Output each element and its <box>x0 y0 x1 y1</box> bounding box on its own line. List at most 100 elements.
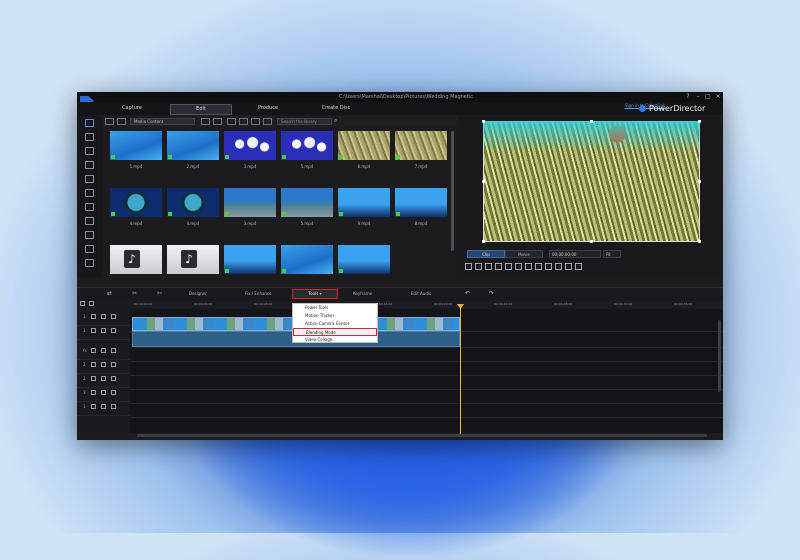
track-lock-icon[interactable] <box>111 404 116 409</box>
track-header[interactable]: 3 <box>77 401 130 416</box>
media-thumbnail[interactable] <box>167 188 219 217</box>
fast-forward-icon[interactable] <box>505 263 512 270</box>
track-lock-icon[interactable] <box>111 390 116 395</box>
track-lock-icon[interactable] <box>111 376 116 381</box>
track-enable-icon[interactable] <box>101 404 106 409</box>
tab-capture[interactable]: Capture <box>102 104 162 113</box>
media-thumbnail[interactable] <box>224 131 276 160</box>
tab-produce[interactable]: Produce <box>238 104 298 113</box>
menu-item-motion-tracker[interactable]: Motion Tracker <box>293 312 377 320</box>
zoom-select[interactable]: Fit <box>603 250 621 258</box>
track-enable-icon[interactable] <box>101 348 106 353</box>
mark-in-icon[interactable] <box>535 263 542 270</box>
stop-icon[interactable] <box>475 263 482 270</box>
resize-handle-left[interactable] <box>482 180 485 183</box>
clip-mode-button[interactable]: Clip <box>467 250 505 258</box>
library-scrollbar[interactable] <box>451 131 454 251</box>
media-thumbnail[interactable] <box>110 131 162 160</box>
search-icon[interactable]: ⌕ <box>334 117 337 125</box>
track-type-icon[interactable] <box>91 314 96 319</box>
media-thumbnail[interactable]: ♪ <box>167 245 219 274</box>
edit-audio-button[interactable]: Edit Audio <box>411 291 431 296</box>
resize-handle-tr[interactable] <box>698 120 701 123</box>
media-filter-select[interactable]: Media Content <box>130 118 195 125</box>
track-type-icon[interactable] <box>91 376 96 381</box>
close-icon[interactable]: × <box>713 93 723 101</box>
timeline-tracks[interactable] <box>130 309 723 433</box>
media-thumbnail[interactable] <box>224 245 276 274</box>
fix-enhance-button[interactable]: Fix / Enhance <box>245 291 272 296</box>
track-type-icon[interactable] <box>91 404 96 409</box>
menu-item-action-camera-center[interactable]: Action Camera Center <box>293 320 377 328</box>
plugins-icon[interactable] <box>117 118 126 125</box>
snapshot-icon[interactable] <box>515 263 522 270</box>
track-lock-icon[interactable] <box>111 348 116 353</box>
timeline-vertical-scrollbar[interactable] <box>718 320 721 392</box>
keyframe-button[interactable]: Keyframe <box>353 291 372 296</box>
previous-frame-icon[interactable] <box>485 263 492 270</box>
chapter-room-icon[interactable] <box>85 231 94 239</box>
import-icon[interactable] <box>105 118 114 125</box>
trim-icon[interactable]: ✄ <box>157 290 162 297</box>
media-thumbnail[interactable] <box>281 245 333 274</box>
media-thumbnail[interactable] <box>338 188 390 217</box>
view-list-icon[interactable] <box>201 118 210 125</box>
media-room-icon[interactable] <box>85 119 94 127</box>
media-thumbnail[interactable] <box>395 188 447 217</box>
transition-room-icon[interactable] <box>85 189 94 197</box>
volume-icon[interactable] <box>525 263 532 270</box>
next-frame-icon[interactable] <box>495 263 502 270</box>
filter-audio-icon[interactable] <box>251 118 260 125</box>
undo-icon[interactable]: ↶ <box>465 290 470 297</box>
library-search-input[interactable]: Search the library <box>277 118 332 125</box>
maximize-icon[interactable]: □ <box>703 93 713 101</box>
menu-item-blending-mode[interactable]: Blending Mode <box>293 328 377 336</box>
play-icon[interactable] <box>465 263 472 270</box>
media-thumbnail[interactable] <box>338 131 390 160</box>
audio-mixing-room-icon[interactable] <box>85 203 94 211</box>
menu-item-video-collage[interactable]: Video Collage <box>293 336 377 344</box>
playhead[interactable] <box>460 306 461 436</box>
subtitle-room-icon[interactable] <box>85 245 94 253</box>
track-view-icon[interactable] <box>80 301 85 306</box>
track-enable-icon[interactable] <box>101 314 106 319</box>
view-grid-icon[interactable] <box>213 118 222 125</box>
filter-image-icon[interactable] <box>239 118 248 125</box>
movie-mode-button[interactable]: Movie <box>505 250 543 258</box>
resize-handle-top[interactable] <box>590 120 593 123</box>
mark-out-icon[interactable] <box>545 263 552 270</box>
track-lock-icon[interactable] <box>111 362 116 367</box>
track-header[interactable]: 1 <box>77 311 130 326</box>
resize-handle-tl[interactable] <box>482 120 485 123</box>
media-thumbnail[interactable] <box>281 188 333 217</box>
media-thumbnail[interactable]: ♪ <box>110 245 162 274</box>
resize-handle-bottom[interactable] <box>590 240 593 243</box>
undock-icon[interactable] <box>565 263 572 270</box>
3d-icon[interactable] <box>555 263 562 270</box>
preview-settings-icon[interactable] <box>575 263 582 270</box>
filter-video-icon[interactable] <box>227 118 236 125</box>
track-enable-icon[interactable] <box>101 390 106 395</box>
designer-button[interactable]: Designer <box>189 291 207 296</box>
resize-handle-br[interactable] <box>698 240 701 243</box>
track-header[interactable]: 1 <box>77 325 130 340</box>
tools-button[interactable]: Tools ▾ <box>292 289 338 299</box>
track-header[interactable]: fx <box>77 345 130 360</box>
redo-icon[interactable]: ↷ <box>489 290 494 297</box>
track-header[interactable]: 2 <box>77 359 130 374</box>
media-thumbnail[interactable] <box>338 245 390 274</box>
track-type-icon[interactable] <box>91 328 96 333</box>
fx-room-icon[interactable] <box>85 133 94 141</box>
settings-room-icon[interactable] <box>85 259 94 267</box>
menu-item-power-tools[interactable]: Power Tools <box>293 304 377 312</box>
track-enable-icon[interactable] <box>101 376 106 381</box>
track-enable-icon[interactable] <box>101 328 106 333</box>
resize-handle-right[interactable] <box>698 180 701 183</box>
timecode-display[interactable]: 00;00;00;00 <box>549 250 601 258</box>
track-header[interactable]: 3 <box>77 387 130 402</box>
media-thumbnail[interactable] <box>281 131 333 160</box>
track-type-icon[interactable] <box>91 348 96 353</box>
voice-over-room-icon[interactable] <box>85 217 94 225</box>
track-lock-icon[interactable] <box>111 328 116 333</box>
track-lock-icon[interactable] <box>111 314 116 319</box>
